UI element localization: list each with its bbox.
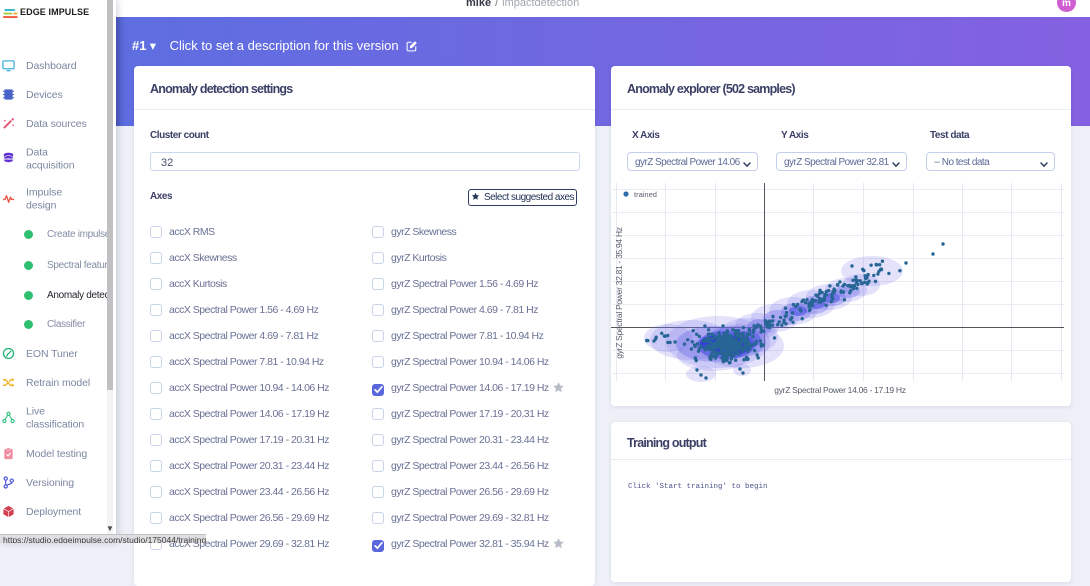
svg-text:trained: trained bbox=[634, 190, 657, 199]
svg-text:gyrZ Spectral Power 14.06 - 17: gyrZ Spectral Power 14.06 - 17.19 Hz bbox=[774, 385, 905, 395]
svg-text:gyrZ Spectral Power 32.81 - 35: gyrZ Spectral Power 32.81 - 35.94 Hz bbox=[614, 227, 624, 358]
